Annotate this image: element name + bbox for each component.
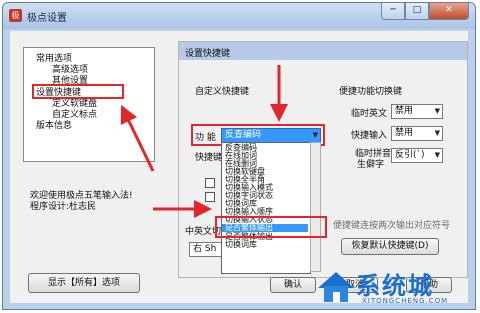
watermark-text: 系统城 (356, 272, 434, 300)
annotation-arrows (120, 65, 288, 218)
watermark-url: XITONGCHENG.COM (362, 297, 449, 305)
arrow-to-tree (120, 104, 155, 172)
house-logo-icon (318, 272, 354, 302)
settings-window: 极 极点设置 ─ □ ✕ 常用选项 高级选项 其他设置 设置快捷键 定义软键盘 … (2, 2, 476, 310)
watermark: 系统城 XITONGCHENG.COM (316, 266, 474, 308)
